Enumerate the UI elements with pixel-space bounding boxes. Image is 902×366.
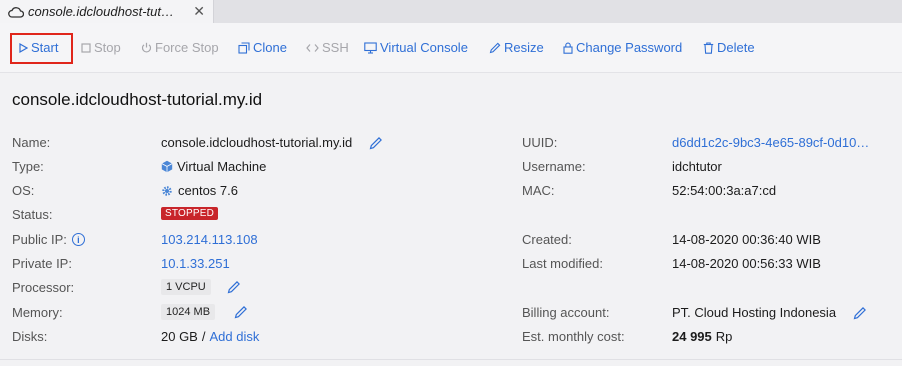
start-button[interactable]: Start [19,40,58,55]
processor-label: Processor: [12,280,75,295]
delete-label: Delete [717,40,755,55]
add-disk-link[interactable]: Add disk [209,329,259,344]
cloud-icon [8,6,24,18]
tab-strip: console.idcloudhost-tut… ✕ [0,0,902,23]
type-value: Virtual Machine [177,159,267,174]
name-value-row: console.idcloudhost-tutorial.my.id [161,135,383,150]
disks-size: 20 GB [161,329,198,344]
monthly-cost-row: 24 995 Rp [672,329,732,344]
trash-icon [703,41,714,54]
name-label: Name: [12,135,51,150]
public-ip-value[interactable]: 103.214.113.108 [161,232,258,247]
page-title: console.idcloudhost-tutorial.my.id [12,90,263,109]
processor-chip: 1 VCPU [161,279,211,295]
power-icon [141,42,152,53]
force-stop-button[interactable]: Force Stop [141,40,219,55]
edit-memory-pencil-icon[interactable] [234,305,248,319]
memory-chip: 1024 MB [161,304,216,320]
start-label: Start [31,40,59,55]
type-label: Type: [12,159,44,174]
lock-icon [563,42,573,54]
ssh-button[interactable]: SSH [306,40,349,55]
change-password-label: Change Password [576,40,683,55]
ssh-label: SSH [322,40,349,55]
disks-separator: / [201,329,206,344]
public-ip-label: Public IP: [12,232,67,247]
force-stop-label: Force Stop [155,40,219,55]
disks-value-row: 20 GB / Add disk [161,329,259,344]
billing-value-row: PT. Cloud Hosting Indonesia [672,305,867,320]
clone-icon [238,41,250,54]
edit-billing-pencil-icon[interactable] [853,306,867,320]
memory-label: Memory: [12,305,63,320]
os-value: centos 7.6 [178,183,238,198]
os-value-row: centos 7.6 [161,183,238,198]
bottom-divider [0,359,902,360]
resize-label: Resize [504,40,544,55]
status-label: Status: [12,207,53,222]
tab-title: console.idcloudhost-tut… [28,4,174,19]
uuid-label: UUID: [522,135,558,150]
clone-button[interactable]: Clone [238,40,287,55]
name-value: console.idcloudhost-tutorial.my.id [161,135,353,150]
cube-icon [161,160,173,173]
monthly-cost-label: Est. monthly cost: [522,329,625,344]
edit-processor-pencil-icon[interactable] [227,280,241,294]
last-modified-label: Last modified: [522,256,603,271]
private-ip-value[interactable]: 10.1.33.251 [161,256,230,271]
disks-label: Disks: [12,329,48,344]
monthly-cost-amount: 24 995 [672,329,712,344]
stop-icon [81,42,91,53]
virtual-console-button[interactable]: Virtual Console [364,40,468,55]
resize-button[interactable]: Resize [489,40,544,55]
username-value: idchtutor [672,159,722,174]
os-label: OS: [12,183,35,198]
pencil-icon [489,42,501,53]
tab-console[interactable]: console.idcloudhost-tut… ✕ [0,0,214,23]
billing-account-label: Billing account: [522,305,610,320]
monitor-icon [364,41,377,54]
close-icon[interactable]: ✕ [193,3,205,20]
public-ip-label-row: Public IP: i [12,232,85,247]
billing-account-value: PT. Cloud Hosting Indonesia [672,305,837,320]
created-label: Created: [522,232,572,247]
change-password-button[interactable]: Change Password [563,40,682,55]
virtual-console-label: Virtual Console [380,40,468,55]
status-badge: STOPPED [161,207,219,220]
gear-icon [162,185,172,196]
private-ip-label: Private IP: [12,256,72,271]
username-label: Username: [522,159,586,174]
edit-name-pencil-icon[interactable] [369,136,383,150]
info-icon[interactable]: i [71,233,85,246]
code-icon [306,43,319,52]
last-modified-value: 14-08-2020 00:56:33 WIB [672,256,821,271]
mac-value: 52:54:00:3a:a7:cd [672,183,777,198]
play-icon [19,42,28,53]
stop-button[interactable]: Stop [81,40,121,55]
type-value-row: Virtual Machine [161,159,266,174]
clone-label: Clone [253,40,287,55]
stop-label: Stop [94,40,121,55]
toolbar: Start Stop Force Stop Clone SSH Virtual … [0,23,902,73]
delete-button[interactable]: Delete [703,40,755,55]
monthly-cost-currency: Rp [715,329,733,344]
mac-label: MAC: [522,183,555,198]
created-value: 14-08-2020 00:36:40 WIB [672,232,821,247]
uuid-value[interactable]: d6dd1c2c-9bc3-4e65-89cf-0d10… [672,135,869,150]
